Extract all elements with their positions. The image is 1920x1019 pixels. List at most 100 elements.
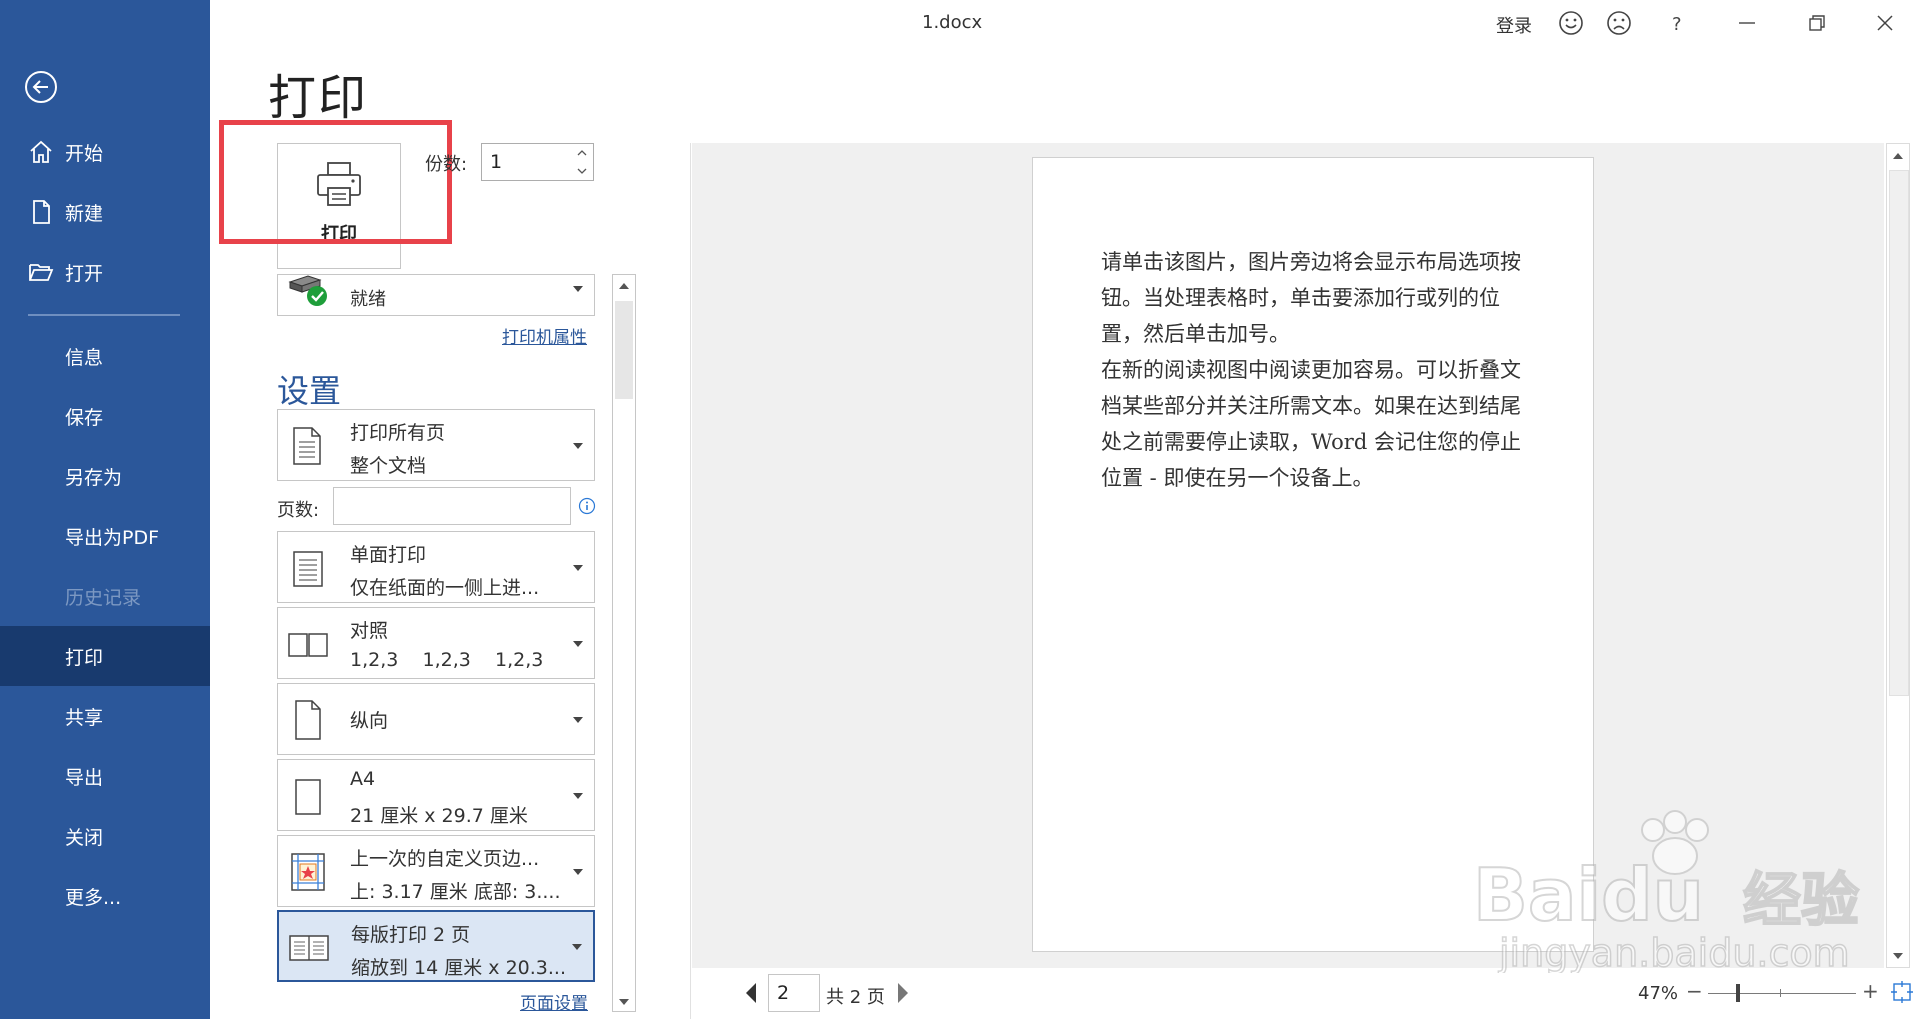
- paper-size-icon: [295, 779, 321, 815]
- zoom-slider-midmark: [1780, 989, 1781, 997]
- nav-item-export[interactable]: 导出: [0, 746, 210, 806]
- option-line1: 打印所有页: [350, 422, 446, 444]
- current-page-input[interactable]: 2: [768, 974, 820, 1012]
- nav-item-more[interactable]: 更多...: [0, 866, 210, 926]
- chevron-down-icon[interactable]: [576, 165, 588, 177]
- folder-open-icon: [29, 264, 54, 281]
- copies-label: 份数:: [425, 154, 468, 175]
- option-line1: 对照: [350, 620, 389, 642]
- nav-item-save-as[interactable]: 另存为: [0, 446, 210, 506]
- option-line2: 上: 3.17 厘米 底部: 3....: [350, 881, 561, 903]
- highlight-annotation: [219, 120, 452, 244]
- minimize-icon[interactable]: [1734, 10, 1760, 36]
- nav-item-save[interactable]: 保存: [0, 386, 210, 446]
- settings-heading: 设置: [277, 372, 342, 410]
- copies-value: 1: [490, 151, 503, 173]
- close-icon[interactable]: [1872, 10, 1898, 36]
- scroll-down-icon[interactable]: [618, 997, 630, 1007]
- option-line1: 纵向: [350, 710, 389, 732]
- pages-label: 页数:: [277, 500, 320, 521]
- print-range-dropdown[interactable]: 打印所有页 整个文档: [277, 409, 595, 481]
- nav-label: 信息: [65, 346, 104, 369]
- nav-item-export-pdf[interactable]: 导出为PDF: [0, 506, 210, 566]
- settings-scrollbar[interactable]: [612, 274, 636, 1012]
- option-line2: 仅在纸面的一侧上进...: [350, 577, 540, 599]
- nav-label: 打印: [65, 646, 104, 669]
- zoom-in-button[interactable]: +: [1862, 979, 1879, 1003]
- zoom-out-button[interactable]: −: [1686, 979, 1703, 1003]
- option-line2: 1,2,3 1,2,3 1,2,3: [350, 649, 544, 671]
- nav-item-share[interactable]: 共享: [0, 686, 210, 746]
- dropdown-caret-icon: [573, 641, 583, 647]
- nav-label: 新建: [65, 202, 104, 225]
- current-page-value: 2: [777, 982, 790, 1004]
- zoom-slider[interactable]: [1708, 993, 1856, 994]
- dropdown-caret-icon: [573, 869, 583, 875]
- smile-icon[interactable]: [1558, 10, 1584, 36]
- nav-item-open[interactable]: 打开: [0, 242, 210, 302]
- dropdown-caret-icon: [573, 793, 583, 799]
- sign-in-link[interactable]: 登录: [1496, 12, 1532, 38]
- zoom-percentage[interactable]: 47%: [1638, 983, 1678, 1004]
- zoom-to-page-icon[interactable]: [1890, 980, 1914, 1004]
- help-icon[interactable]: ?: [1664, 10, 1690, 36]
- page-setup-link[interactable]: 页面设置: [520, 989, 588, 1014]
- nav-item-history: 历史记录: [0, 566, 210, 626]
- dropdown-caret-icon: [573, 565, 583, 571]
- previous-page-icon[interactable]: [744, 982, 758, 1004]
- info-icon[interactable]: [578, 497, 596, 515]
- new-document-icon: [33, 200, 50, 224]
- option-line1: 上一次的自定义页边...: [350, 848, 540, 870]
- nav-item-print[interactable]: 打印: [0, 626, 210, 686]
- total-pages: 共 2 页: [826, 987, 885, 1008]
- zoom-slider-handle[interactable]: [1736, 984, 1740, 1002]
- paper-size-dropdown[interactable]: A4 21 厘米 x 29.7 厘米: [277, 759, 595, 831]
- scroll-up-icon[interactable]: [1892, 151, 1904, 161]
- printer-status: 就绪: [350, 289, 386, 310]
- svg-text:?: ?: [1672, 14, 1682, 35]
- dropdown-caret-icon: [573, 286, 583, 292]
- scrollbar-thumb[interactable]: [615, 301, 633, 399]
- nav-label: 导出: [65, 766, 104, 789]
- sides-dropdown[interactable]: 单面打印 仅在纸面的一侧上进...: [277, 531, 595, 603]
- watermark-url: jingyan.baidu.com: [1498, 931, 1850, 973]
- watermark-jingyan: 经验: [1743, 866, 1859, 934]
- orientation-dropdown[interactable]: 纵向: [277, 683, 595, 755]
- pages-per-sheet-dropdown[interactable]: 每版打印 2 页 缩放到 14 厘米 x 20.3...: [277, 910, 595, 982]
- frown-icon[interactable]: [1606, 10, 1632, 36]
- copies-stepper[interactable]: 1: [481, 143, 594, 181]
- preview-paragraph: 请单击该图片，图片旁边将会显示布局选项按钮。当处理表格时，单击要添加行或列的位置…: [1101, 250, 1521, 346]
- collation-dropdown[interactable]: 对照 1,2,3 1,2,3 1,2,3: [277, 607, 595, 679]
- nav-item-close[interactable]: 关闭: [0, 806, 210, 866]
- pages-per-sheet-icon: [289, 935, 329, 961]
- scrollbar-thumb[interactable]: [1889, 170, 1909, 696]
- printer-ready-icon: [288, 275, 327, 306]
- pages-input[interactable]: [333, 487, 571, 525]
- back-arrow-icon[interactable]: [24, 70, 58, 104]
- option-line2: 整个文档: [350, 455, 427, 477]
- nav-label: 关闭: [65, 826, 104, 849]
- nav-item-info[interactable]: 信息: [0, 326, 210, 386]
- document-pages-icon: [293, 427, 321, 465]
- nav-item-home[interactable]: 开始: [0, 122, 210, 182]
- next-page-icon[interactable]: [896, 982, 910, 1004]
- chevron-up-icon[interactable]: [576, 147, 588, 159]
- printer-properties-link[interactable]: 打印机属性: [502, 323, 587, 348]
- baidu-watermark-logo: Baidu 经验 jingyan.baidu.com: [1472, 810, 1860, 973]
- backstage-sidebar: 开始 新建 打开 信息 保存 另存为 导出为PDF 历史记录 打印 共享 导出 …: [0, 0, 210, 1019]
- nav-label: 历史记录: [65, 586, 142, 609]
- nav-label: 打开: [65, 262, 104, 285]
- preview-paragraph: 在新的阅读视图中阅读更加容易。可以折叠文档某些部分并关注所需文本。如果在达到结尾…: [1101, 358, 1521, 490]
- preview-text: 请单击该图片，图片旁边将会显示布局选项按钮。当处理表格时，单击要添加行或列的位置…: [1101, 244, 1541, 496]
- preview-scrollbar[interactable]: [1886, 143, 1910, 968]
- scroll-down-icon[interactable]: [1892, 951, 1904, 961]
- printer-dropdown[interactable]: 就绪: [277, 274, 595, 316]
- restore-icon[interactable]: [1804, 10, 1830, 36]
- margins-dropdown[interactable]: 上一次的自定义页边... 上: 3.17 厘米 底部: 3....: [277, 835, 595, 907]
- nav-item-new[interactable]: 新建: [0, 182, 210, 242]
- dropdown-caret-icon: [573, 443, 583, 449]
- panel-divider: [690, 143, 691, 1019]
- nav-label: 开始: [65, 142, 104, 165]
- nav-label: 导出为PDF: [65, 526, 160, 549]
- scroll-up-icon[interactable]: [618, 281, 630, 291]
